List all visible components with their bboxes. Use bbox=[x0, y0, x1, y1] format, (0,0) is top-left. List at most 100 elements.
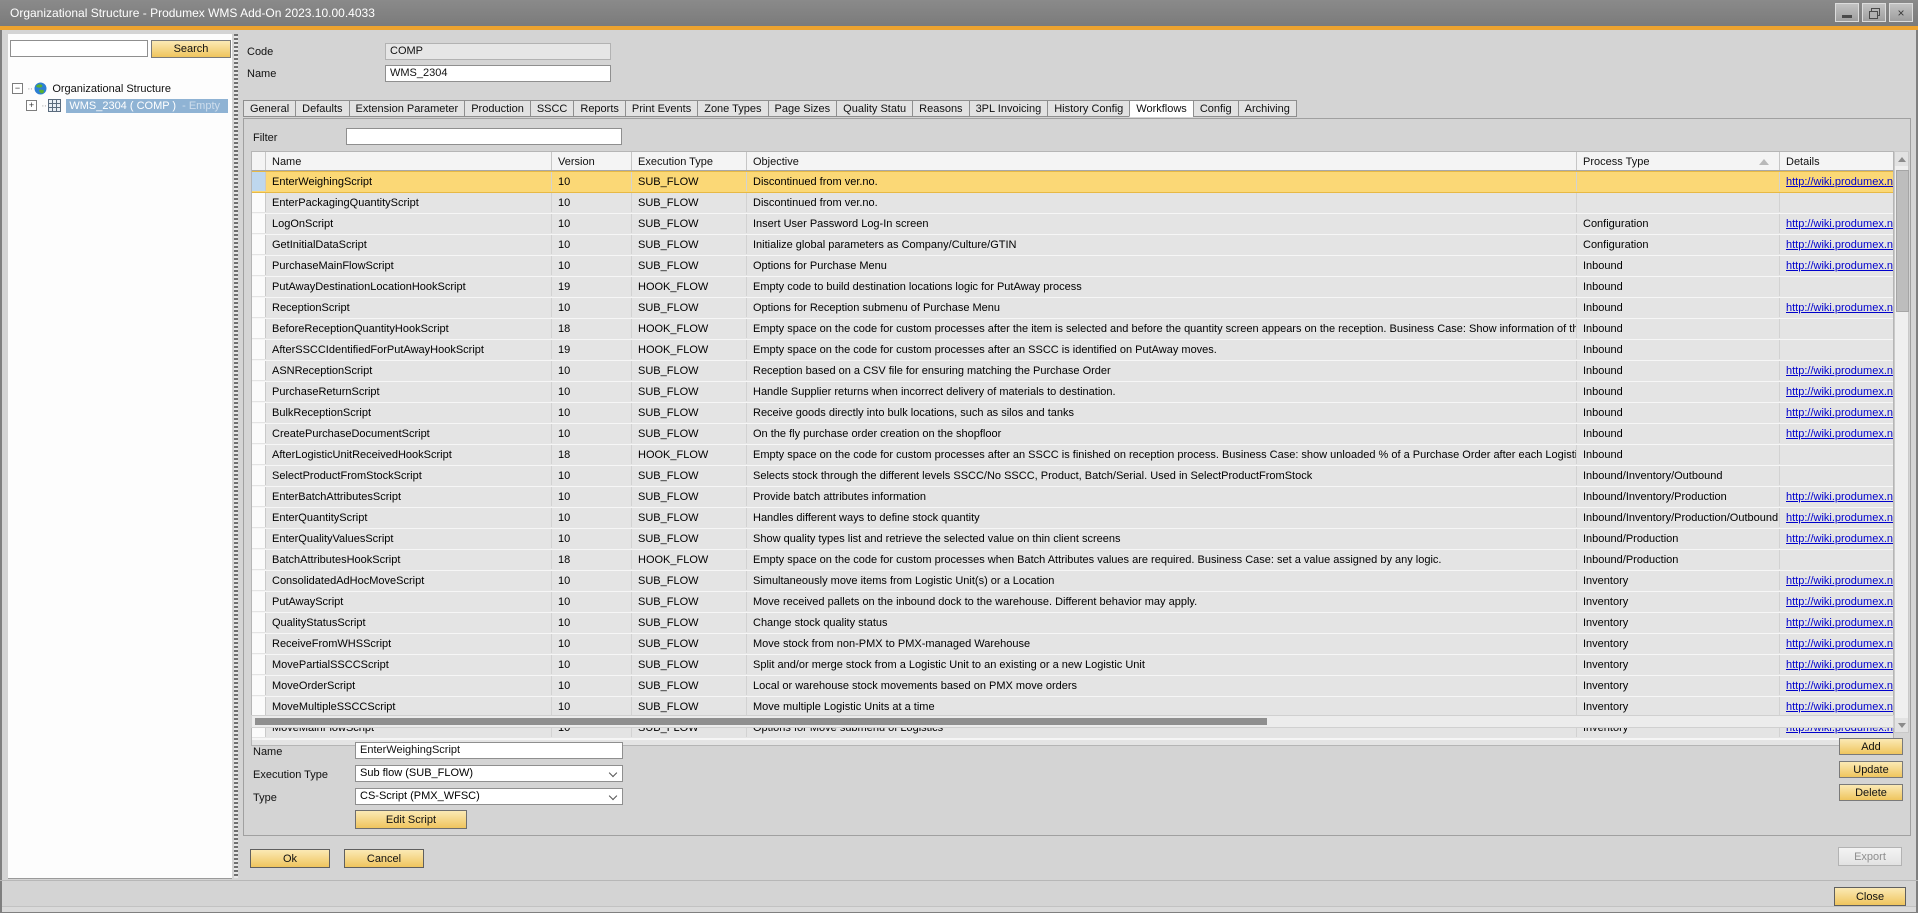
row-selector[interactable] bbox=[252, 172, 266, 191]
table-row[interactable]: BulkReceptionScript10SUB_FLOWReceive goo… bbox=[252, 403, 1893, 424]
table-row[interactable]: ReceptionScript10SUB_FLOWOptions for Rec… bbox=[252, 298, 1893, 319]
table-row[interactable]: PurchaseMainFlowScript10SUB_FLOWOptions … bbox=[252, 256, 1893, 277]
header-details[interactable]: Details bbox=[1780, 152, 1893, 170]
details-link[interactable]: http://wiki.produmex.n bbox=[1786, 176, 1893, 188]
table-row[interactable]: SelectProductFromStockScript10SUB_FLOWSe… bbox=[252, 466, 1893, 487]
tab-general[interactable]: General bbox=[243, 100, 295, 117]
details-link[interactable]: http://wiki.produmex.n bbox=[1786, 659, 1893, 671]
tab-reports[interactable]: Reports bbox=[573, 100, 625, 117]
details-link[interactable]: http://wiki.produmex.n bbox=[1786, 365, 1893, 377]
row-selector[interactable] bbox=[252, 655, 266, 674]
row-selector[interactable] bbox=[252, 571, 266, 590]
details-link[interactable]: http://wiki.produmex.n bbox=[1786, 239, 1893, 251]
collapse-icon[interactable]: − bbox=[12, 83, 23, 94]
delete-button[interactable]: Delete bbox=[1839, 784, 1903, 801]
table-row[interactable]: EnterPackagingQuantityScript10SUB_FLOWDi… bbox=[252, 193, 1893, 214]
details-link[interactable]: http://wiki.produmex.n bbox=[1786, 428, 1893, 440]
row-selector[interactable] bbox=[252, 613, 266, 632]
table-row[interactable]: AfterLogisticUnitReceivedHookScript18HOO… bbox=[252, 445, 1893, 466]
table-row[interactable]: BeforeReceptionQuantityHookScript18HOOK_… bbox=[252, 319, 1893, 340]
details-link[interactable]: http://wiki.produmex.n bbox=[1786, 533, 1893, 545]
tab-sscc[interactable]: SSCC bbox=[530, 100, 574, 117]
row-selector[interactable] bbox=[252, 487, 266, 506]
details-link[interactable]: http://wiki.produmex.n bbox=[1786, 491, 1893, 503]
row-selector[interactable] bbox=[252, 550, 266, 569]
row-selector[interactable] bbox=[252, 319, 266, 338]
tab-reasons[interactable]: Reasons bbox=[912, 100, 968, 117]
row-selector[interactable] bbox=[252, 340, 266, 359]
tab-page-sizes[interactable]: Page Sizes bbox=[768, 100, 837, 117]
table-row[interactable]: GetInitialDataScript10SUB_FLOWInitialize… bbox=[252, 235, 1893, 256]
scroll-up-button[interactable] bbox=[1895, 152, 1908, 166]
table-row[interactable]: PurchaseReturnScript10SUB_FLOWHandle Sup… bbox=[252, 382, 1893, 403]
vertical-scroll-thumb[interactable] bbox=[1896, 170, 1909, 312]
close-button[interactable]: Close bbox=[1834, 887, 1906, 906]
row-selector[interactable] bbox=[252, 697, 266, 716]
details-link[interactable]: http://wiki.produmex.n bbox=[1786, 638, 1893, 650]
row-selector[interactable] bbox=[252, 193, 266, 212]
table-row[interactable]: EnterBatchAttributesScript10SUB_FLOWProv… bbox=[252, 487, 1893, 508]
restore-button[interactable] bbox=[1862, 3, 1886, 22]
tree-node-company[interactable]: + ·· WMS_2304 ( COMP ) - Empty bbox=[12, 97, 228, 114]
type-select[interactable]: CS-Script (PMX_WFSC) bbox=[355, 788, 623, 805]
row-selector[interactable] bbox=[252, 445, 266, 464]
details-link[interactable]: http://wiki.produmex.n bbox=[1786, 302, 1893, 314]
expand-icon[interactable]: + bbox=[26, 100, 37, 111]
row-selector[interactable] bbox=[252, 424, 266, 443]
header-execution-type[interactable]: Execution Type bbox=[632, 152, 747, 170]
close-window-button[interactable]: × bbox=[1889, 3, 1913, 22]
table-row[interactable]: QualityStatusScript10SUB_FLOWChange stoc… bbox=[252, 613, 1893, 634]
table-row[interactable]: BatchAttributesHookScript18HOOK_FLOWEmpt… bbox=[252, 550, 1893, 571]
details-link[interactable]: http://wiki.produmex.n bbox=[1786, 617, 1893, 629]
row-selector[interactable] bbox=[252, 277, 266, 296]
tab-production[interactable]: Production bbox=[464, 100, 530, 117]
table-row[interactable]: CreatePurchaseDocumentScript10SUB_FLOWOn… bbox=[252, 424, 1893, 445]
vertical-scrollbar[interactable] bbox=[1894, 151, 1909, 733]
row-selector[interactable] bbox=[252, 382, 266, 401]
row-selector[interactable] bbox=[252, 256, 266, 275]
table-row[interactable]: LogOnScript10SUB_FLOWInsert User Passwor… bbox=[252, 214, 1893, 235]
row-selector[interactable] bbox=[252, 634, 266, 653]
details-link[interactable]: http://wiki.produmex.n bbox=[1786, 575, 1893, 587]
tab-defaults[interactable]: Defaults bbox=[295, 100, 348, 117]
row-selector[interactable] bbox=[252, 676, 266, 695]
details-link[interactable]: http://wiki.produmex.n bbox=[1786, 218, 1893, 230]
export-button[interactable]: Export bbox=[1838, 847, 1902, 866]
row-selector[interactable] bbox=[252, 298, 266, 317]
ok-button[interactable]: Ok bbox=[250, 849, 330, 868]
tab-archiving[interactable]: Archiving bbox=[1238, 100, 1297, 117]
details-link[interactable]: http://wiki.produmex.n bbox=[1786, 260, 1893, 272]
table-row[interactable]: ConsolidatedAdHocMoveScript10SUB_FLOWSim… bbox=[252, 571, 1893, 592]
filter-input[interactable] bbox=[346, 128, 622, 145]
table-row[interactable]: EnterQualityValuesScript10SUB_FLOWShow q… bbox=[252, 529, 1893, 550]
row-selector[interactable] bbox=[252, 214, 266, 233]
horizontal-scroll-thumb[interactable] bbox=[255, 718, 1267, 725]
row-selector[interactable] bbox=[252, 508, 266, 527]
table-row[interactable]: MovePartialSSCCScript10SUB_FLOWSplit and… bbox=[252, 655, 1893, 676]
edit-script-button[interactable]: Edit Script bbox=[355, 810, 467, 829]
tab-3pl-invoicing[interactable]: 3PL Invoicing bbox=[969, 100, 1048, 117]
tab-print-events[interactable]: Print Events bbox=[625, 100, 697, 117]
header-version[interactable]: Version bbox=[552, 152, 632, 170]
tree-node-label[interactable]: Organizational Structure bbox=[52, 83, 171, 95]
row-selector[interactable] bbox=[252, 592, 266, 611]
tab-config[interactable]: Config bbox=[1193, 100, 1238, 117]
details-link[interactable]: http://wiki.produmex.n bbox=[1786, 701, 1893, 713]
header-objective[interactable]: Objective bbox=[747, 152, 1577, 170]
table-row[interactable]: AfterSSCCIdentifiedForPutAwayHookScript1… bbox=[252, 340, 1893, 361]
header-name[interactable]: Name bbox=[266, 152, 552, 170]
name-field[interactable]: WMS_2304 bbox=[385, 65, 611, 82]
table-row[interactable]: EnterWeighingScript10SUB_FLOWDiscontinue… bbox=[252, 171, 1893, 193]
row-selector[interactable] bbox=[252, 529, 266, 548]
search-input[interactable] bbox=[10, 40, 148, 57]
table-row[interactable]: ASNReceptionScript10SUB_FLOWReception ba… bbox=[252, 361, 1893, 382]
row-selector[interactable] bbox=[252, 361, 266, 380]
execution-type-select[interactable]: Sub flow (SUB_FLOW) bbox=[355, 765, 623, 782]
details-link[interactable]: http://wiki.produmex.n bbox=[1786, 407, 1893, 419]
table-row[interactable]: MoveOrderScript10SUB_FLOWLocal or wareho… bbox=[252, 676, 1893, 697]
table-row[interactable]: ReceiveFromWHSScript10SUB_FLOWMove stock… bbox=[252, 634, 1893, 655]
horizontal-scrollbar[interactable] bbox=[251, 715, 1894, 728]
panel-splitter[interactable] bbox=[234, 34, 238, 878]
table-row[interactable]: PutAwayScript10SUB_FLOWMove received pal… bbox=[252, 592, 1893, 613]
table-row[interactable]: EnterQuantityScript10SUB_FLOWHandles dif… bbox=[252, 508, 1893, 529]
